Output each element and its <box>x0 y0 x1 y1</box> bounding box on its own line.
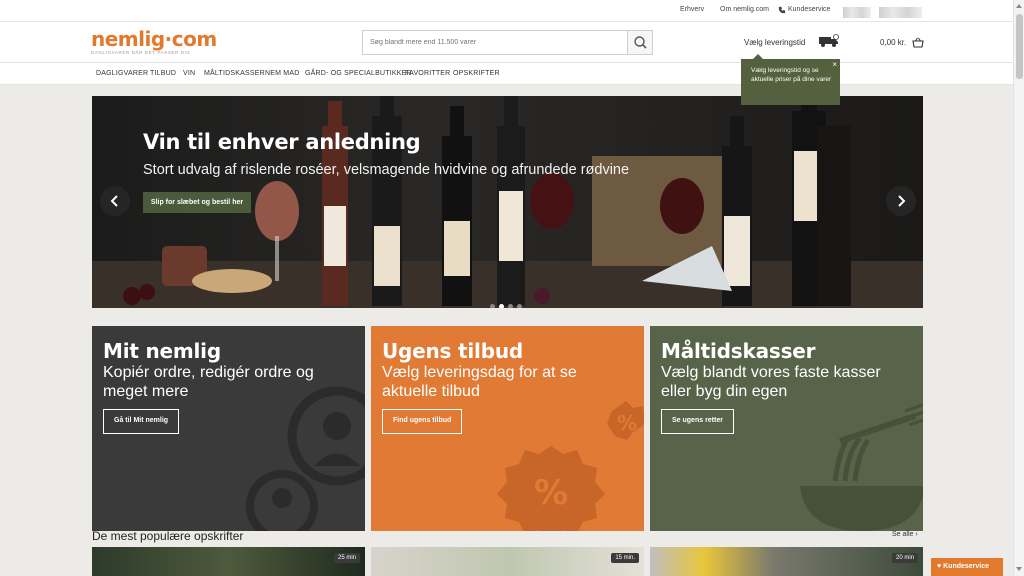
tile-description: Kopiér ordre, redigér ordre og meget mer… <box>103 364 314 400</box>
link-kundeservice[interactable]: Kundeservice <box>788 6 830 13</box>
search-button[interactable] <box>627 31 652 54</box>
carousel-dot-2[interactable] <box>499 304 504 308</box>
search-box <box>362 30 653 55</box>
hero-cta-button[interactable]: Slip for slæbet og bestil her <box>143 192 251 213</box>
nav-vin[interactable]: VIN <box>183 70 195 77</box>
link-om-nemlig[interactable]: Om nemlig.com <box>720 6 769 13</box>
phone-icon <box>778 6 786 16</box>
nav-maaltidskasser[interactable]: MÅLTIDSKASSER <box>204 70 265 77</box>
utility-bar: Erhverv Om nemlig.com Kundeservice <box>0 0 1024 22</box>
nav-dagligvarer[interactable]: DAGLIGVARER <box>96 70 148 77</box>
mit-nemlig-button[interactable]: Gå til Mit nemlig <box>103 409 180 434</box>
tile-description: Vælg leveringsdag for at se aktuelle til… <box>382 364 577 400</box>
hero-next-button[interactable] <box>886 186 916 216</box>
nav-favoritter[interactable]: FAVORITTER <box>405 70 450 77</box>
tooltip-text: Vælg leveringstid og se aktuelle priser … <box>751 67 832 83</box>
tile-title: Mit nemlig <box>103 339 221 363</box>
user-name-blurred[interactable] <box>879 7 922 18</box>
carousel-dot-3[interactable] <box>508 304 513 308</box>
page-scrollbar[interactable] <box>1013 0 1024 576</box>
nav-opskrifter[interactable]: OPSKRIFTER <box>453 70 500 77</box>
recipe-time-badge: 15 min. <box>611 553 639 563</box>
scroll-up-arrow[interactable] <box>1016 4 1022 8</box>
tooltip-close-button[interactable]: × <box>832 60 837 69</box>
hero-prev-button[interactable] <box>100 186 130 216</box>
tile-title: Måltidskasser <box>661 339 816 363</box>
heart-icon: ♥ <box>937 563 942 570</box>
site-header: nemlig·com DAGLIGVARER NÅR DET PASSER DI… <box>0 22 1024 63</box>
kundeservice-chat-button[interactable]: ♥ Kundeservice <box>931 558 1003 576</box>
main-nav: DAGLIGVARER TILBUD VIN MÅLTIDSKASSER NEM… <box>0 63 1024 85</box>
recipe-card[interactable]: 15 min. <box>371 547 644 576</box>
scrollbar-thumb[interactable] <box>1016 14 1023 79</box>
tile-mit-nemlig[interactable]: Mit nemlig Kopiér ordre, redigér ordre o… <box>92 326 365 531</box>
hero-subtitle: Stort udvalg af rislende roséer, velsmag… <box>143 162 630 178</box>
link-erhverv[interactable]: Erhverv <box>680 6 704 13</box>
tile-maaltidskasser[interactable]: Måltidskasser Vælg blandt vores faste ka… <box>650 326 923 531</box>
see-all-label: Se alle <box>892 531 914 538</box>
carousel-dot-1[interactable] <box>490 304 495 308</box>
scroll-down-arrow[interactable] <box>1016 567 1022 571</box>
nav-nem-mad[interactable]: NEM MAD <box>265 70 299 77</box>
delivery-tooltip: × Vælg leveringstid og se aktuelle prise… <box>741 54 840 105</box>
svg-text:%: % <box>534 473 568 513</box>
se-ugens-retter-button[interactable]: Se ugens retter <box>661 409 734 434</box>
nav-tilbud[interactable]: TILBUD <box>150 70 176 77</box>
tile-description: Vælg blandt vores faste kasser eller byg… <box>661 364 881 400</box>
recipes-heading: De mest populære opskrifter <box>92 529 244 543</box>
kundeservice-label: Kundeservice <box>943 563 990 570</box>
recipe-time-badge: 25 min <box>333 553 360 563</box>
nav-gaard-specialbutikker[interactable]: GÅRD- OG SPECIALBUTIKKER <box>305 70 412 77</box>
carousel-dots <box>490 296 526 308</box>
nemlig-logo[interactable]: nemlig·com DAGLIGVARER NÅR DET PASSER DI… <box>91 29 217 55</box>
search-input[interactable] <box>363 31 627 54</box>
svg-text:%: % <box>617 411 637 435</box>
tile-title: Ugens tilbud <box>382 339 523 363</box>
logo-text: nemlig·com <box>91 27 217 51</box>
find-ugens-tilbud-button[interactable]: Find ugens tilbud <box>382 409 463 434</box>
cart-total[interactable]: 0,00 kr. <box>880 38 906 47</box>
basket-icon[interactable] <box>912 35 924 53</box>
see-all-recipes-link[interactable]: Se alle › <box>892 531 918 538</box>
chevron-left-icon <box>110 195 118 207</box>
hero-title: Vin til enhver anledning <box>143 130 421 154</box>
recipe-card[interactable]: 20 min <box>650 547 923 576</box>
recipe-card[interactable]: 25 min <box>92 547 365 576</box>
tile-ugens-tilbud[interactable]: % % Ugens tilbud Vælg leveringsdag for a… <box>371 326 644 531</box>
delivery-truck-icon[interactable] <box>818 34 840 53</box>
chevron-right-icon <box>898 195 906 207</box>
carousel-dot-4[interactable] <box>517 304 522 308</box>
hero-banner[interactable]: Vin til enhver anledning Stort udvalg af… <box>92 96 923 308</box>
tooltip-arrow <box>753 54 763 59</box>
recipe-time-badge: 20 min <box>891 553 918 563</box>
delivery-time-link[interactable]: Vælg leveringstid <box>744 38 805 47</box>
search-icon <box>634 36 647 49</box>
user-account-blurred[interactable] <box>843 7 871 18</box>
chevron-right-icon: › <box>915 531 918 538</box>
